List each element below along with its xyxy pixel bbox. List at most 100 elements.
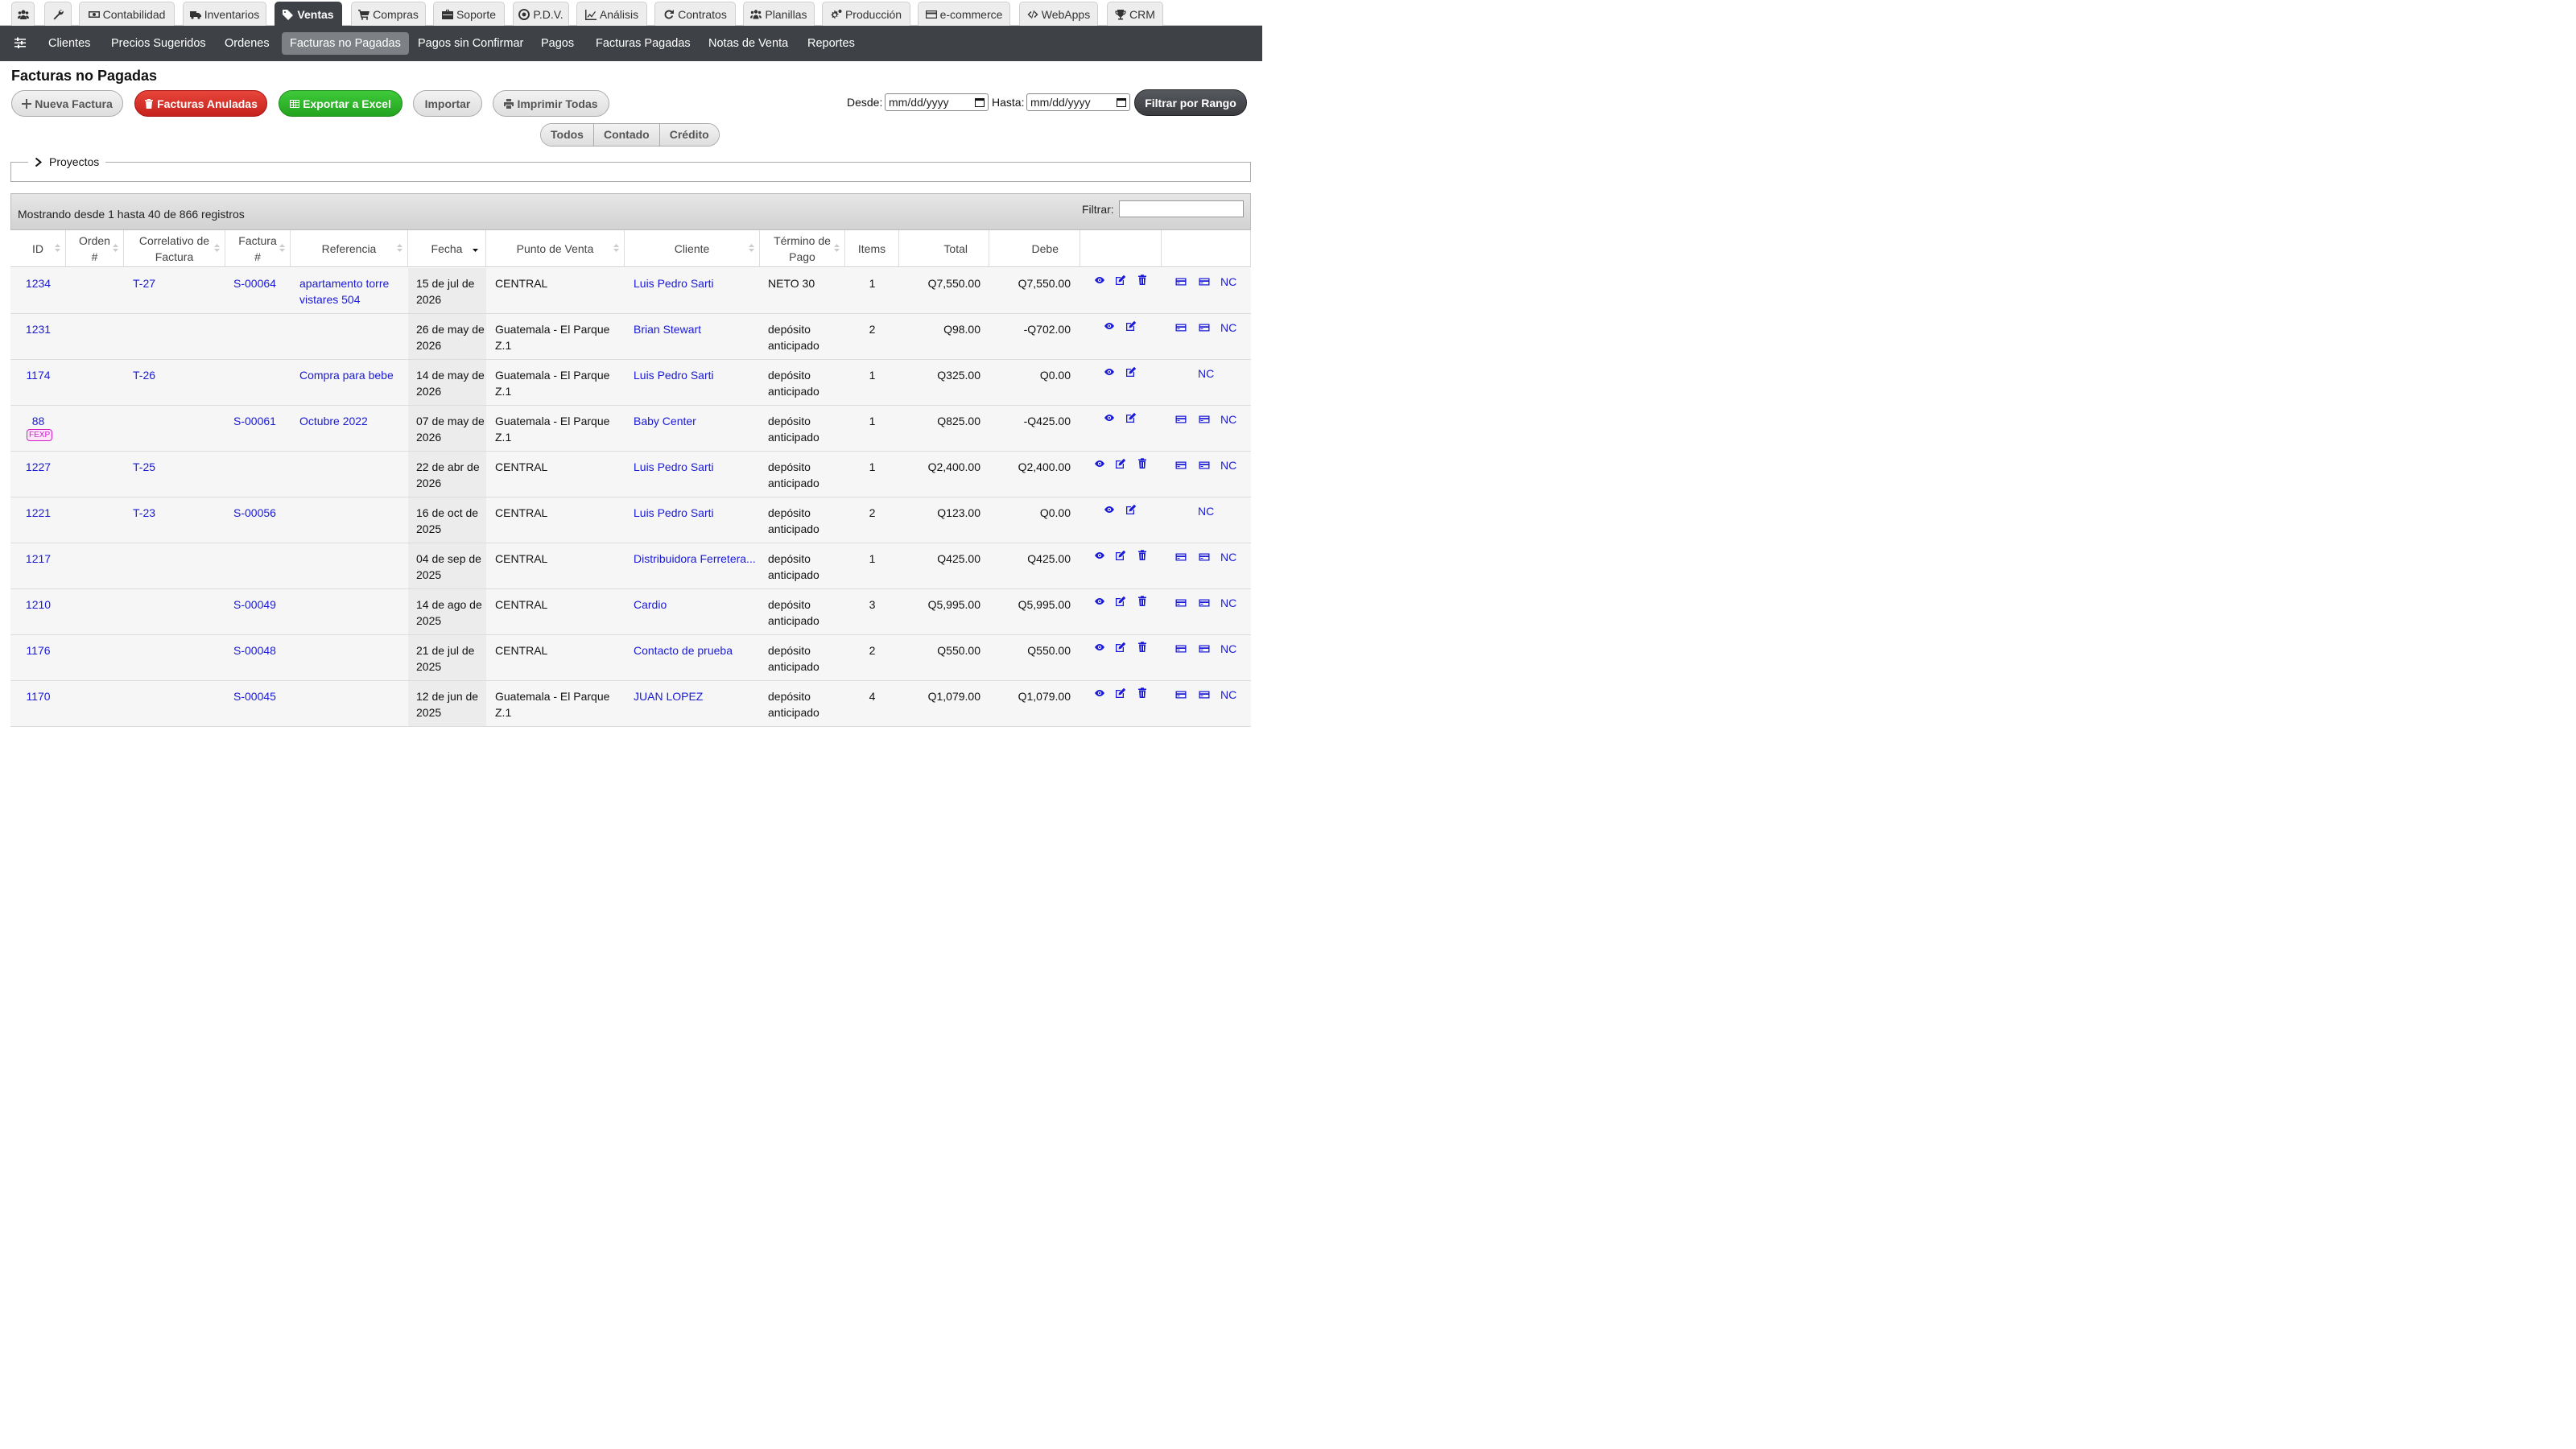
credit-card-icon[interactable] — [1199, 597, 1210, 609]
eye-icon[interactable] — [1104, 366, 1115, 378]
top-tab-contratos[interactable]: Contratos — [654, 2, 736, 26]
trash-icon[interactable] — [1137, 642, 1148, 653]
subnav-ordenes[interactable]: Ordenes — [217, 32, 278, 55]
credit-note-link[interactable]: NC — [1220, 459, 1236, 472]
calendar-icon[interactable] — [1117, 97, 1126, 107]
top-tab-ventas[interactable]: Ventas — [275, 2, 342, 27]
referencia-link[interactable]: Compra para bebe — [299, 367, 408, 383]
correlativo-link[interactable]: T-25 — [133, 459, 221, 475]
credit-note-link[interactable]: NC — [1198, 505, 1214, 518]
segment-todos[interactable]: Todos — [541, 124, 594, 146]
edit-icon[interactable] — [1115, 458, 1126, 469]
top-tab-an-lisis[interactable]: Análisis — [576, 2, 647, 26]
eye-icon[interactable] — [1104, 504, 1115, 515]
column-header-id[interactable]: ID — [10, 230, 66, 267]
credit-card-icon[interactable] — [1199, 643, 1210, 654]
voided-invoices-button[interactable]: Facturas Anuladas — [134, 90, 267, 117]
credit-card-icon[interactable] — [1199, 414, 1210, 425]
edit-icon[interactable] — [1115, 687, 1126, 699]
from-date-input[interactable]: mm/dd/yyyy — [885, 93, 989, 111]
column-header-fecha[interactable]: Fecha — [408, 230, 486, 267]
subnav-reportes[interactable]: Reportes — [799, 32, 863, 55]
credit-card-icon[interactable] — [1199, 460, 1210, 471]
trash-icon[interactable] — [1137, 687, 1148, 699]
invoice-id-link[interactable]: 88 — [10, 413, 66, 429]
top-tab-producci-n[interactable]: Producción — [822, 2, 910, 26]
top-tab-e-commerce[interactable]: e-commerce — [918, 2, 1010, 26]
top-tab-webapps[interactable]: WebApps — [1019, 2, 1098, 26]
cliente-link[interactable]: Baby Center — [634, 413, 762, 429]
import-button[interactable]: Importar — [413, 90, 482, 117]
invoice-id-link[interactable]: 1234 — [10, 275, 66, 291]
invoice-id-link[interactable]: 1231 — [10, 321, 66, 337]
credit-note-link[interactable]: NC — [1220, 597, 1236, 609]
top-tab-compras[interactable]: Compras — [351, 2, 426, 26]
subnav-facturas-no-pagadas[interactable]: Facturas no Pagadas — [282, 32, 409, 55]
top-tab-users[interactable] — [11, 2, 35, 26]
print-all-button[interactable]: Imprimir Todas — [493, 90, 609, 117]
invoice-id-link[interactable]: 1174 — [10, 367, 66, 383]
edit-icon[interactable] — [1115, 275, 1126, 286]
credit-card-icon[interactable] — [1175, 551, 1187, 563]
credit-card-icon[interactable] — [1175, 414, 1187, 425]
cliente-link[interactable]: Luis Pedro Sarti — [634, 459, 762, 475]
factura-link[interactable]: S-00048 — [233, 642, 298, 658]
invoice-id-link[interactable]: 1170 — [10, 688, 66, 704]
sliders-icon[interactable] — [14, 37, 26, 48]
cliente-link[interactable]: Distribuidora Ferretera... — [634, 551, 762, 567]
subnav-facturas-pagadas[interactable]: Facturas Pagadas — [588, 32, 699, 55]
trash-icon[interactable] — [1137, 596, 1148, 607]
calendar-icon[interactable] — [975, 97, 985, 107]
edit-icon[interactable] — [1125, 320, 1137, 332]
correlativo-link[interactable]: T-27 — [133, 275, 221, 291]
eye-icon[interactable] — [1104, 412, 1115, 423]
edit-icon[interactable] — [1115, 596, 1126, 607]
referencia-link[interactable]: apartamento torre vistares 504 — [299, 275, 408, 308]
segment-credito[interactable]: Crédito — [659, 124, 719, 146]
eye-icon[interactable] — [1104, 320, 1115, 332]
credit-card-icon[interactable] — [1199, 689, 1210, 700]
factura-link[interactable]: S-00049 — [233, 597, 298, 613]
credit-note-link[interactable]: NC — [1198, 367, 1214, 380]
column-header-cliente[interactable]: Cliente — [625, 230, 760, 267]
cliente-link[interactable]: JUAN LOPEZ — [634, 688, 762, 704]
to-date-input[interactable]: mm/dd/yyyy — [1026, 93, 1130, 111]
edit-icon[interactable] — [1115, 642, 1126, 653]
column-header-punto-de-venta[interactable]: Punto de Venta — [486, 230, 625, 267]
cliente-link[interactable]: Contacto de prueba — [634, 642, 762, 658]
top-tab-planillas[interactable]: Planillas — [743, 2, 815, 26]
correlativo-link[interactable]: T-23 — [133, 505, 221, 521]
credit-note-link[interactable]: NC — [1220, 321, 1236, 334]
cliente-link[interactable]: Luis Pedro Sarti — [634, 367, 762, 383]
top-tab-inventarios[interactable]: Inventarios — [183, 2, 266, 26]
eye-icon[interactable] — [1094, 642, 1105, 653]
eye-icon[interactable] — [1094, 687, 1105, 699]
new-invoice-button[interactable]: Nueva Factura — [11, 90, 123, 117]
subnav-pagos-sin-confirmar[interactable]: Pagos sin Confirmar — [410, 32, 531, 55]
column-header-factura[interactable]: Factura # — [225, 230, 291, 267]
credit-note-link[interactable]: NC — [1220, 275, 1236, 288]
credit-note-link[interactable]: NC — [1220, 551, 1236, 564]
edit-icon[interactable] — [1125, 366, 1137, 378]
invoice-id-link[interactable]: 1217 — [10, 551, 66, 567]
top-tab-p-d-v[interactable]: P.D.V. — [513, 2, 569, 26]
eye-icon[interactable] — [1094, 458, 1105, 469]
subnav-notas-de-venta[interactable]: Notas de Venta — [700, 32, 796, 55]
column-header-correlativo[interactable]: Correlativo de Factura — [124, 230, 225, 267]
credit-card-icon[interactable] — [1175, 689, 1187, 700]
top-tab-crm[interactable]: CRM — [1107, 2, 1163, 26]
edit-icon[interactable] — [1125, 504, 1137, 515]
subnav-clientes[interactable]: Clientes — [40, 32, 98, 55]
edit-icon[interactable] — [1125, 412, 1137, 423]
invoice-id-link[interactable]: 1210 — [10, 597, 66, 613]
credit-card-icon[interactable] — [1199, 322, 1210, 333]
correlativo-link[interactable]: T-26 — [133, 367, 221, 383]
factura-link[interactable]: S-00045 — [233, 688, 298, 704]
top-tab-soporte[interactable]: Soporte — [433, 2, 505, 26]
invoice-id-link[interactable]: 1227 — [10, 459, 66, 475]
factura-link[interactable]: S-00064 — [233, 275, 298, 291]
credit-card-icon[interactable] — [1199, 276, 1210, 287]
column-header-referencia[interactable]: Referencia — [291, 230, 408, 267]
cliente-link[interactable]: Luis Pedro Sarti — [634, 505, 762, 521]
factura-link[interactable]: S-00061 — [233, 413, 298, 429]
